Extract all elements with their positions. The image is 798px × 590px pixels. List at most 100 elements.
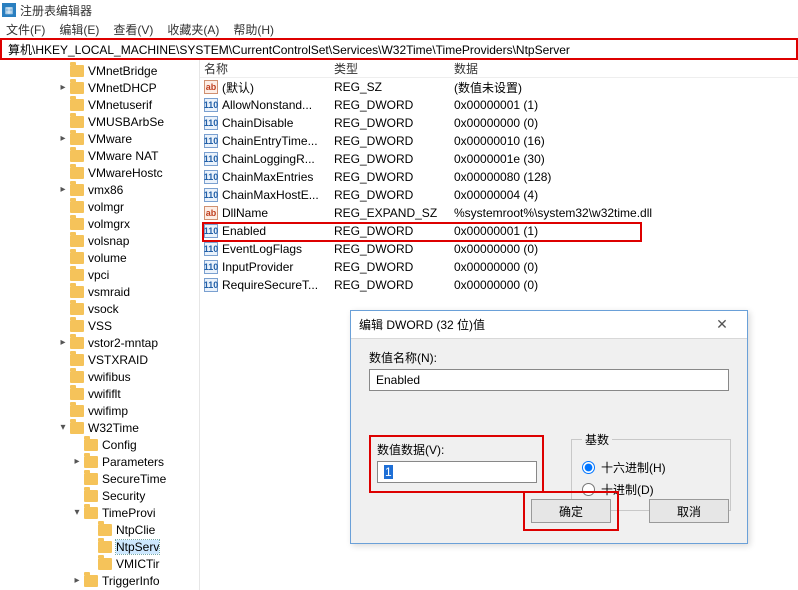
dialog-titlebar[interactable]: 编辑 DWORD (32 位)值 ✕ <box>351 311 747 339</box>
chevron-right-icon[interactable]: ▸ <box>56 82 70 93</box>
list-row[interactable]: 110ChainLoggingR...REG_DWORD0x0000001e (… <box>200 150 798 168</box>
radix-hex-radio[interactable] <box>582 461 595 474</box>
tree-item[interactable]: ▸ vstor2-mntap <box>0 334 199 351</box>
chevron-down-icon[interactable]: ▾ <box>70 507 84 518</box>
tree-item[interactable]: vwifibus <box>0 368 199 385</box>
tree-item[interactable]: Config <box>0 436 199 453</box>
value-name: ChainEntryTime... <box>222 134 318 148</box>
tree-item[interactable]: volume <box>0 249 199 266</box>
address-path: 算机\HKEY_LOCAL_MACHINE\SYSTEM\CurrentCont… <box>8 41 570 58</box>
tree-item[interactable]: vwifimp <box>0 402 199 419</box>
ok-button[interactable]: 确定 <box>531 499 611 523</box>
address-bar[interactable]: 算机\HKEY_LOCAL_MACHINE\SYSTEM\CurrentCont… <box>0 38 798 60</box>
radix-hex-option[interactable]: 十六进制(H) <box>582 456 720 478</box>
tree-item[interactable]: ▸VMnetDHCP <box>0 79 199 96</box>
dword-value-icon: 110 <box>204 188 218 202</box>
tree-item[interactable]: VMICTir <box>0 555 199 572</box>
value-name-label: 数值名称(N): <box>369 349 729 366</box>
chevron-right-icon[interactable]: ▸ <box>56 133 70 144</box>
tree-item[interactable]: ▾W32Time <box>0 419 199 436</box>
list-row[interactable]: ab(默认)REG_SZ(数值未设置) <box>200 78 798 96</box>
folder-icon <box>98 524 112 536</box>
tree-item[interactable]: ▸vmx86 <box>0 181 199 198</box>
tree-view[interactable]: VMnetBridge▸VMnetDHCPVMnetuserif VMUSBArb… <box>0 60 200 590</box>
tree-item[interactable]: vwififlt <box>0 385 199 402</box>
value-name-field[interactable] <box>369 369 729 391</box>
tree-item[interactable]: VMware NAT <box>0 147 199 164</box>
tree-item-label: VMUSBArbSe <box>88 115 164 129</box>
tree-item[interactable]: SecureTime <box>0 470 199 487</box>
menu-edit[interactable]: 编辑(E) <box>59 21 99 38</box>
col-data[interactable]: 数据 <box>454 60 798 77</box>
edit-dword-dialog: 编辑 DWORD (32 位)值 ✕ 数值名称(N): 数值数据(V): 1 基… <box>350 310 748 544</box>
chevron-right-icon[interactable]: ▸ <box>56 337 70 348</box>
value-name: ChainMaxEntries <box>222 170 313 184</box>
tree-item-label: vstor2-mntap <box>88 336 158 350</box>
tree-item-label: vwifibus <box>88 370 131 384</box>
list-row[interactable]: 110ChainDisableREG_DWORD0x00000000 (0) <box>200 114 798 132</box>
menu-file[interactable]: 文件(F) <box>6 21 45 38</box>
folder-icon <box>70 269 84 281</box>
window-title: 注册表编辑器 <box>20 2 92 19</box>
list-row[interactable]: 110AllowNonstand...REG_DWORD0x00000001 (… <box>200 96 798 114</box>
tree-item[interactable]: ▸ TriggerInfo <box>0 572 199 589</box>
tree-item[interactable]: vsock <box>0 300 199 317</box>
tree-item[interactable]: VMUSBArbSe <box>0 113 199 130</box>
dword-value-icon: 110 <box>204 116 218 130</box>
folder-icon <box>70 167 84 179</box>
tree-item[interactable]: VMwareHostc <box>0 164 199 181</box>
tree-item[interactable]: vsmraid <box>0 283 199 300</box>
chevron-right-icon[interactable]: ▸ <box>70 456 84 467</box>
folder-icon <box>70 133 84 145</box>
tree-item[interactable]: VMnetBridge <box>0 62 199 79</box>
tree-item[interactable]: VSS <box>0 317 199 334</box>
value-type: REG_DWORD <box>334 260 454 274</box>
tree-item-label: Parameters <box>102 455 164 469</box>
folder-icon <box>70 320 84 332</box>
tree-item[interactable]: volsnap <box>0 232 199 249</box>
col-name[interactable]: 名称 <box>204 60 334 77</box>
string-value-icon: ab <box>204 206 218 220</box>
tree-item-label: VSS <box>88 319 112 333</box>
cancel-button[interactable]: 取消 <box>649 499 729 523</box>
menu-view[interactable]: 查看(V) <box>113 21 153 38</box>
tree-item[interactable]: ▸ Parameters <box>0 453 199 470</box>
list-row[interactable]: 110ChainMaxEntriesREG_DWORD0x00000080 (1… <box>200 168 798 186</box>
list-row[interactable]: 110ChainEntryTime...REG_DWORD0x00000010 … <box>200 132 798 150</box>
tree-item[interactable]: ▾TimeProvi <box>0 504 199 521</box>
menu-favorites[interactable]: 收藏夹(A) <box>167 21 219 38</box>
tree-item[interactable]: ▸VMware <box>0 130 199 147</box>
tree-item[interactable]: vpci <box>0 266 199 283</box>
value-type: REG_DWORD <box>334 170 454 184</box>
value-data-field[interactable]: 1 <box>377 461 537 483</box>
tree-item[interactable]: Security <box>0 487 199 504</box>
list-row[interactable]: 110RequireSecureT...REG_DWORD0x00000000 … <box>200 276 798 294</box>
menu-help[interactable]: 帮助(H) <box>233 21 274 38</box>
tree-item[interactable]: volmgr <box>0 198 199 215</box>
value-type: REG_DWORD <box>334 152 454 166</box>
chevron-right-icon[interactable]: ▸ <box>70 575 84 586</box>
tree-item[interactable]: VSTXRAID <box>0 351 199 368</box>
tree-item-label: TriggerInfo <box>102 574 160 588</box>
tree-item[interactable]: NtpServ <box>0 538 199 555</box>
chevron-right-icon[interactable]: ▸ <box>56 184 70 195</box>
menu-bar: 文件(F) 编辑(E) 查看(V) 收藏夹(A) 帮助(H) <box>0 20 798 38</box>
folder-icon <box>70 252 84 264</box>
list-row[interactable]: 110EnabledREG_DWORD0x00000001 (1) <box>200 222 798 240</box>
folder-icon <box>70 150 84 162</box>
list-row[interactable]: 110InputProviderREG_DWORD0x00000000 (0) <box>200 258 798 276</box>
dword-value-icon: 110 <box>204 170 218 184</box>
col-type[interactable]: 类型 <box>334 60 454 77</box>
tree-item[interactable]: VMnetuserif <box>0 96 199 113</box>
folder-icon <box>70 218 84 230</box>
tree-item[interactable]: volmgrx <box>0 215 199 232</box>
tree-item-label: vwifimp <box>88 404 128 418</box>
list-row[interactable]: 110EventLogFlagsREG_DWORD0x00000000 (0) <box>200 240 798 258</box>
close-icon[interactable]: ✕ <box>705 315 739 335</box>
chevron-down-icon[interactable]: ▾ <box>56 422 70 433</box>
dword-value-icon: 110 <box>204 260 218 274</box>
ok-highlight: 确定 <box>523 491 619 531</box>
tree-item[interactable]: NtpClie <box>0 521 199 538</box>
list-row[interactable]: abDllNameREG_EXPAND_SZ%systemroot%\syste… <box>200 204 798 222</box>
list-row[interactable]: 110ChainMaxHostE...REG_DWORD0x00000004 (… <box>200 186 798 204</box>
